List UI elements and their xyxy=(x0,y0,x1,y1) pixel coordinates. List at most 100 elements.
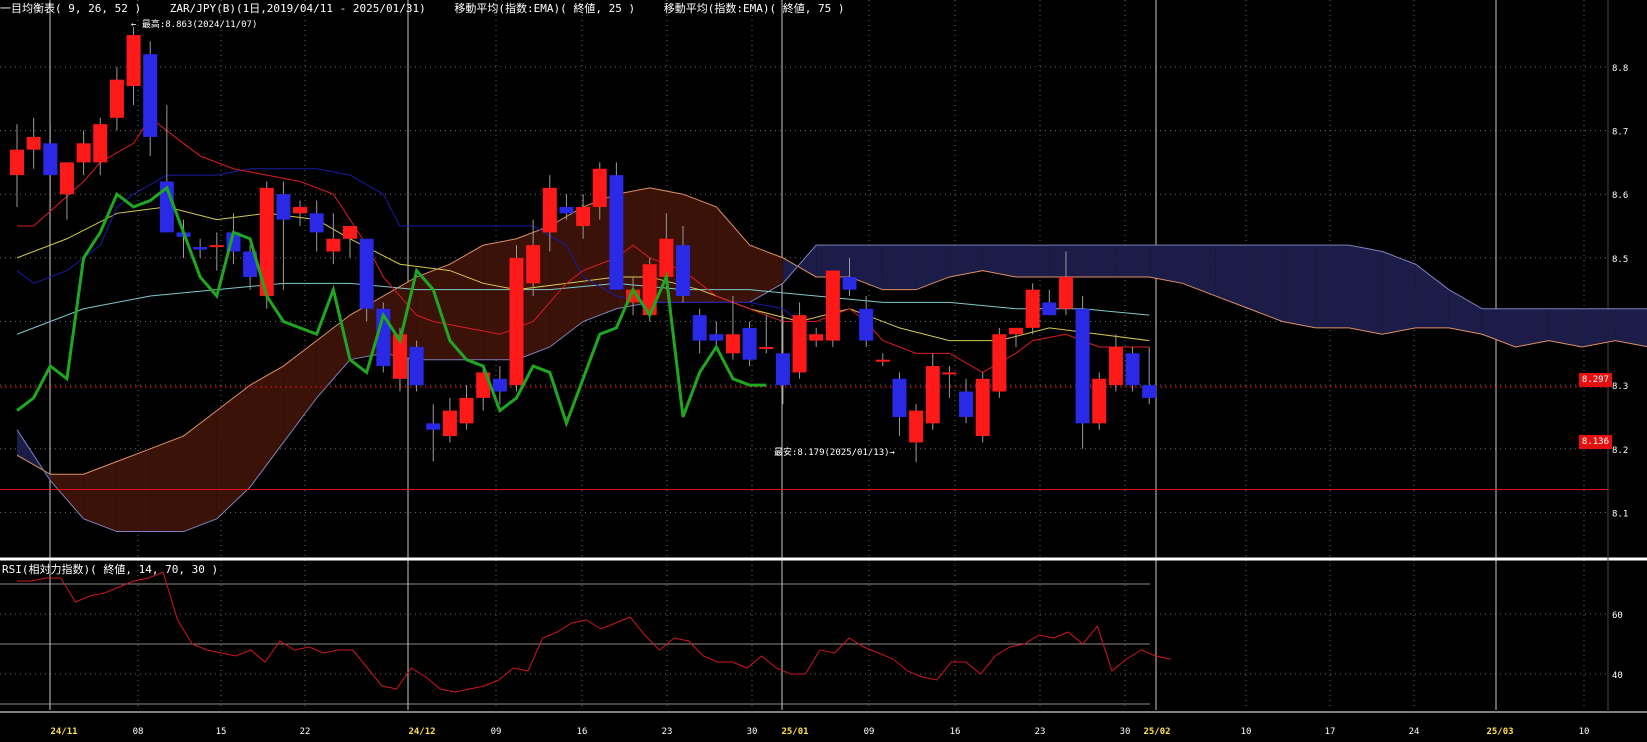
kumo-cloud-segment xyxy=(150,436,184,532)
kumo-cloud-segment xyxy=(949,245,983,277)
candle-body xyxy=(925,366,940,424)
candle-body xyxy=(942,372,957,375)
time-tick-label: 25/03 xyxy=(1486,727,1513,737)
ema25-label: 移動平均(指数:EMA)( 終値, 25 ) xyxy=(454,2,636,15)
candle-body xyxy=(409,346,424,386)
candle-body xyxy=(109,79,124,118)
candle-body xyxy=(426,423,441,430)
time-tick-label: 17 xyxy=(1325,727,1336,737)
candle-body xyxy=(1058,276,1073,309)
candle-body xyxy=(759,346,774,349)
price-tick-label: 8.6 xyxy=(1612,191,1628,201)
time-tick-label: 10 xyxy=(1241,727,1252,737)
candle-body xyxy=(709,334,724,341)
kumo-cloud-segment xyxy=(250,366,284,487)
candle-body xyxy=(959,391,974,417)
candle-body xyxy=(609,175,624,290)
candle-body xyxy=(842,276,857,290)
time-tick-label: 24/11 xyxy=(50,727,77,737)
candle-body xyxy=(209,245,224,248)
kumo-cloud-segment xyxy=(982,245,1016,277)
candle-body xyxy=(909,410,924,443)
time-tick-label: 09 xyxy=(864,727,875,737)
kumo-cloud-segment xyxy=(116,448,151,532)
candle-body xyxy=(359,238,374,309)
time-tick-label: 30 xyxy=(747,727,758,737)
candle-body xyxy=(1092,378,1107,424)
candle-body xyxy=(93,124,108,163)
time-tick-label: 16 xyxy=(577,727,588,737)
candle-body xyxy=(659,238,674,277)
candle-body xyxy=(1142,385,1157,398)
candle-body xyxy=(825,270,840,341)
price-tick-label: 8.8 xyxy=(1612,64,1628,74)
kumo-cloud-segment xyxy=(882,245,917,290)
candle-body xyxy=(1108,346,1123,386)
candle-body xyxy=(43,143,58,176)
time-tick-label: 24 xyxy=(1409,727,1420,737)
candle-body xyxy=(1125,353,1140,386)
low-line-badge: 8.136 xyxy=(1578,435,1612,449)
chart-header: 一目均衡表( 9, 26, 52 ) ZAR/JPY(B)(1日,2019/04… xyxy=(0,0,866,16)
kumo-cloud-segment xyxy=(1448,289,1483,335)
candle-body xyxy=(809,334,824,341)
kumo-cloud-segment xyxy=(1382,251,1416,335)
kumo-cloud-segment xyxy=(1249,245,1283,322)
price-tick-label: 8.7 xyxy=(1612,128,1628,138)
time-tick-label: 09 xyxy=(491,727,502,737)
kumo-cloud-segment xyxy=(1282,245,1316,328)
candle-body xyxy=(892,378,907,417)
kumo-cloud-segment xyxy=(1482,308,1516,347)
candle-body xyxy=(343,226,357,239)
price-tick-label: 8.3 xyxy=(1612,382,1628,392)
price-tick-label: 8.2 xyxy=(1612,446,1628,456)
rsi-header: RSI(相対力指数)( 終値, 14, 70, 30 ) xyxy=(2,563,219,576)
time-tick-label: 24/12 xyxy=(408,727,435,737)
candle-body xyxy=(592,168,607,207)
kumo-cloud-segment xyxy=(449,245,484,360)
candle-body xyxy=(459,397,474,424)
time-tick-label: 10 xyxy=(1579,727,1590,737)
candle-body xyxy=(875,359,890,362)
time-tick-label: 23 xyxy=(1035,727,1046,737)
candle-body xyxy=(559,206,574,214)
candle-body xyxy=(76,143,91,163)
current-price-badge: 8.297 xyxy=(1578,373,1612,387)
candle-body xyxy=(742,327,757,360)
price-tick-label: 8.5 xyxy=(1612,255,1628,265)
candle-body xyxy=(276,194,291,220)
candle-body xyxy=(1042,302,1057,316)
time-tick-label: 23 xyxy=(662,727,673,737)
kumo-cloud-segment xyxy=(1182,245,1216,297)
candle-body xyxy=(59,162,74,195)
time-tick-label: 15 xyxy=(216,727,227,737)
time-tick-label: 22 xyxy=(300,727,311,737)
kumo-cloud-segment xyxy=(1349,245,1383,335)
candle-body xyxy=(792,315,807,373)
time-tick-label: 16 xyxy=(950,727,961,737)
rsi-tick-label: 40 xyxy=(1612,671,1623,681)
candle-body xyxy=(576,206,591,227)
candle-body xyxy=(775,353,790,386)
kumo-cloud-segment xyxy=(1082,245,1116,277)
kumo-cloud-segment xyxy=(716,206,750,303)
kumo-cloud-segment xyxy=(1016,245,1050,277)
kumo-cloud-segment xyxy=(1215,245,1250,309)
ichimoku-label: 一目均衡表( 9, 26, 52 ) xyxy=(0,2,142,15)
candle-body xyxy=(975,378,990,437)
ema75-label: 移動平均(指数:EMA)( 終値, 75 ) xyxy=(663,2,845,15)
candle-body xyxy=(143,54,158,137)
candle-body xyxy=(193,247,208,250)
kumo-cloud-segment xyxy=(283,340,317,443)
candle-body xyxy=(542,187,557,233)
candle-body xyxy=(1009,327,1023,335)
kumo-cloud-segment xyxy=(1315,245,1349,328)
low-annotation: 最安:8.179(2025/01/13)→ xyxy=(774,448,895,458)
time-tick-label: 08 xyxy=(133,727,144,737)
kumo-cloud-segment xyxy=(1415,264,1449,328)
candle-body xyxy=(492,378,507,392)
candle-body xyxy=(526,245,541,284)
kumo-cloud-segment xyxy=(1115,245,1150,277)
candle-body xyxy=(326,238,341,252)
candle-body xyxy=(309,213,324,233)
